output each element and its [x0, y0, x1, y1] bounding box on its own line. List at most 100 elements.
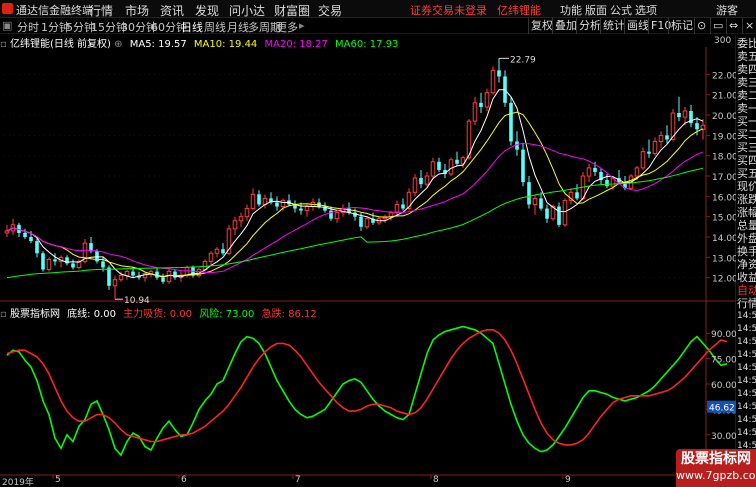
- candle-body-down: [131, 271, 135, 276]
- menu-wealth[interactable]: 财富圈: [274, 2, 310, 19]
- side-panel-item[interactable]: 净资: [737, 258, 756, 271]
- period-weekly[interactable]: 周线: [204, 19, 226, 35]
- menu-discover[interactable]: 发现: [195, 2, 219, 19]
- side-panel-item[interactable]: 收益: [737, 271, 756, 284]
- side-panel-item[interactable]: 换手: [737, 245, 756, 258]
- candle-body-down: [545, 208, 549, 219]
- side-panel-item[interactable]: 涨幅: [737, 206, 756, 219]
- indicator-tick-label: 30.00: [711, 432, 737, 442]
- search-icon[interactable]: ⊙: [694, 18, 708, 34]
- ma20-readout: MA20: 18.27: [264, 39, 328, 50]
- ma-settings-icon[interactable]: ⊕: [114, 39, 122, 50]
- candle-body-down: [539, 198, 543, 209]
- btn-analysis[interactable]: 分析: [576, 18, 603, 34]
- candle-body-down: [521, 149, 525, 183]
- side-panel-item[interactable]: 买五: [737, 167, 756, 180]
- chart-grid: [0, 35, 737, 487]
- period-daily[interactable]: 日线: [181, 19, 203, 35]
- side-panel-item[interactable]: 14:50: [737, 349, 756, 362]
- side-panel-item[interactable]: 卖三: [737, 76, 756, 89]
- side-panel-item[interactable]: 14:50: [737, 414, 756, 427]
- indicator-bottom-readout: 底线: 0.00: [67, 309, 116, 320]
- price-axis-top-label: 300: [714, 36, 731, 46]
- candle-body-down: [359, 216, 363, 227]
- btn-stats[interactable]: 统计: [600, 18, 627, 34]
- menu-layout[interactable]: 版面: [585, 2, 607, 18]
- btn-overlay[interactable]: 叠加: [552, 18, 579, 34]
- candlestick-area[interactable]: 22.7910.94: [4, 55, 706, 306]
- btn-mark[interactable]: 标记: [668, 18, 695, 34]
- side-panel-item[interactable]: 卖四: [737, 63, 756, 76]
- side-panel-item[interactable]: 14:50: [737, 310, 756, 323]
- candle-body-up: [304, 206, 310, 212]
- side-panel-item[interactable]: 总量: [737, 219, 756, 232]
- side-panel-item[interactable]: 买二: [737, 128, 756, 141]
- candle-body-down: [161, 277, 165, 282]
- stock-title: 亿纬锂能(日线 前复权): [9, 39, 111, 50]
- menu-function[interactable]: 功能: [560, 2, 582, 18]
- menu-market[interactable]: 市场: [125, 2, 149, 19]
- indicator-area[interactable]: [6, 325, 728, 457]
- side-panel-item[interactable]: 卖二: [737, 89, 756, 102]
- date-axis: 2019年567891011: [0, 475, 690, 487]
- more-arrow-icon[interactable]: ▸: [299, 19, 305, 32]
- side-panel-item[interactable]: 14:50: [737, 362, 756, 375]
- side-panel-item[interactable]: 14:50: [737, 336, 756, 349]
- window-icon[interactable]: ▭: [710, 18, 725, 34]
- side-panel-item[interactable]: 14:50: [737, 375, 756, 388]
- candle-body-down: [509, 102, 513, 142]
- candle-body-up: [640, 151, 646, 169]
- candle-body-up: [424, 175, 430, 185]
- side-panel-item[interactable]: 买四: [737, 154, 756, 167]
- expand-icon[interactable]: ⇔: [726, 18, 740, 34]
- guest-user[interactable]: 游客: [716, 2, 738, 18]
- menu-wenxiaoda[interactable]: 问小达: [229, 2, 265, 19]
- candle-body-down: [41, 253, 45, 270]
- side-panel-item[interactable]: 外盘: [737, 232, 756, 245]
- side-panel-item[interactable]: 现价: [737, 180, 756, 193]
- candle-body-down: [557, 206, 561, 225]
- side-panel-item[interactable]: 卖五: [737, 50, 756, 63]
- side-panel-item[interactable]: 14:50: [737, 401, 756, 414]
- side-panel-item[interactable]: 自动: [737, 284, 756, 297]
- candle-body-up: [700, 124, 706, 130]
- candle-body-up: [112, 279, 118, 287]
- btn-draw[interactable]: 画线: [624, 18, 651, 34]
- period-more[interactable]: 更多: [276, 19, 298, 35]
- indicator-current-label: 46.62: [709, 404, 735, 414]
- menu-news[interactable]: 资讯: [160, 2, 184, 19]
- candle-body-down: [419, 178, 423, 185]
- menu-formula[interactable]: 公式: [610, 2, 632, 18]
- side-panel-item[interactable]: 卖一: [737, 102, 756, 115]
- toggle-icon[interactable]: ▣: [2, 19, 12, 32]
- side-panel-item[interactable]: 涨跌: [737, 193, 756, 206]
- btn-fuquan[interactable]: 复权: [528, 18, 555, 34]
- indicator-collapse-icon[interactable]: ▫: [0, 309, 7, 320]
- ma5-readout: MA5: 19.57: [129, 39, 187, 50]
- menu-hangqing[interactable]: 行情: [89, 2, 113, 19]
- side-panel-item[interactable]: 14:50: [737, 427, 756, 440]
- period-fenshi[interactable]: 分时: [17, 19, 39, 35]
- candle-body-down: [107, 267, 111, 286]
- menu-trade[interactable]: 交易: [318, 2, 342, 19]
- side-panel-item[interactable]: 委比: [737, 37, 756, 50]
- candle-body-down: [497, 70, 501, 77]
- side-panel-item[interactable]: 买一: [737, 115, 756, 128]
- side-panel-item[interactable]: 14:50: [737, 388, 756, 401]
- chart-canvas: 22.7910.94 22.00 21.00 20.00 19.00 18.00 17.0…: [0, 35, 738, 487]
- collapse-icon[interactable]: ▫: [0, 39, 7, 50]
- candle-body-down: [71, 263, 75, 268]
- date-label: 7: [295, 475, 301, 485]
- date-label: 9: [565, 475, 571, 485]
- candle-body-up: [46, 258, 52, 271]
- side-panel-item[interactable]: 行情: [737, 297, 756, 310]
- trade-login-warning[interactable]: 证券交易未登录: [410, 2, 487, 18]
- period-monthly[interactable]: 月线: [227, 19, 249, 35]
- close-icon[interactable]: ×: [742, 18, 756, 34]
- side-panel-item[interactable]: 买三: [737, 141, 756, 154]
- side-panel-item[interactable]: 14:50: [737, 323, 756, 336]
- candle-body-up: [586, 167, 592, 177]
- candle-body-down: [173, 271, 177, 278]
- candle-body-down: [101, 261, 105, 268]
- menu-options[interactable]: 选项: [635, 2, 657, 18]
